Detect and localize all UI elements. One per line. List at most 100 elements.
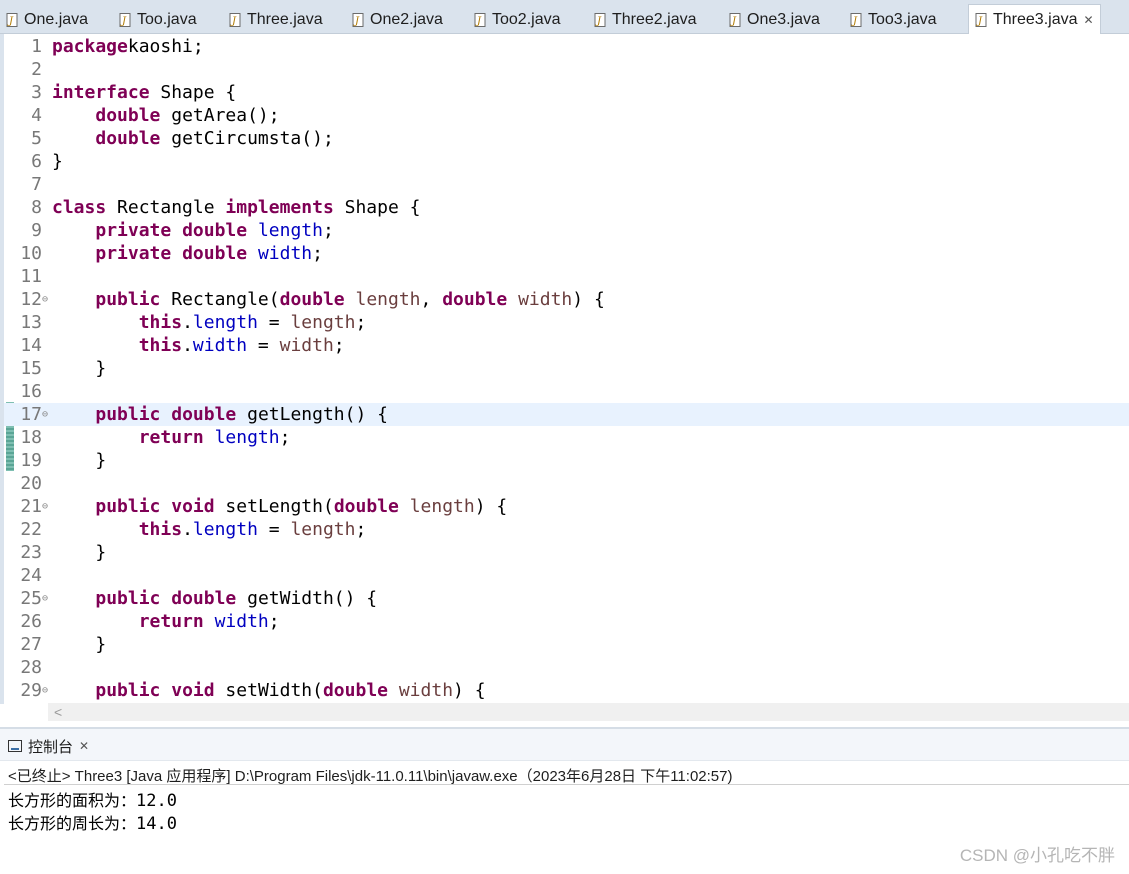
code-line[interactable]: 17 ⊖ public double getLength() { [4, 403, 1129, 426]
code-line[interactable]: 25 ⊖ public double getWidth() { [4, 587, 1129, 610]
tab-console[interactable]: 控制台 ✕ [8, 735, 89, 757]
line-number: 12 [20, 289, 42, 310]
console-icon [8, 740, 22, 752]
code-line[interactable]: 28 [4, 656, 1129, 679]
code-line[interactable]: 19 } [4, 449, 1129, 472]
line-number: 23 [20, 542, 42, 563]
code-text: packagekaoshi; [52, 36, 204, 57]
close-icon[interactable]: ✕ [1084, 13, 1094, 27]
svg-text:J: J [595, 16, 602, 27]
scroll-left-icon[interactable]: < [54, 703, 62, 721]
tab-label: Too3.java [868, 10, 937, 28]
code-text: double getCircumsta(); [95, 128, 334, 149]
code-line[interactable]: 9 private double length; [4, 219, 1129, 242]
java-file-icon: J [474, 12, 486, 27]
code-line[interactable]: 18 return length; [4, 426, 1129, 449]
svg-text:J: J [851, 16, 858, 27]
line-number: 5 [31, 128, 42, 149]
line-number: 28 [20, 657, 42, 678]
code-text: interface Shape { [52, 82, 237, 103]
code-editor[interactable]: 1 packagekaoshi; 2 3 interface Shape {4 doub… [0, 34, 1129, 704]
code-line[interactable]: 1 packagekaoshi; [4, 35, 1129, 58]
code-line[interactable]: 8 class Rectangle implements Shape { [4, 196, 1129, 219]
svg-text:J: J [230, 16, 237, 27]
close-icon[interactable]: ✕ [79, 739, 89, 753]
code-line[interactable]: 24 [4, 564, 1129, 587]
tab-too3-java[interactable]: J Too3.java [850, 5, 937, 34]
code-line[interactable]: 3 interface Shape { [4, 81, 1129, 104]
tab-too2-java[interactable]: J Too2.java [474, 5, 561, 34]
line-number: 9 [31, 220, 42, 241]
line-number: 29 [20, 680, 42, 701]
code-line[interactable]: 13 this.length = length; [4, 311, 1129, 334]
code-line[interactable]: 6} [4, 150, 1129, 173]
code-line[interactable]: 10 private double width; [4, 242, 1129, 265]
fold-toggle-icon[interactable]: ⊖ [42, 403, 48, 426]
tab-label: Three2.java [612, 10, 697, 28]
divider [4, 784, 1129, 785]
code-line[interactable]: 20 [4, 472, 1129, 495]
output-value: 12.0 [136, 791, 177, 811]
code-text: public Rectangle(double length, double w… [95, 289, 605, 310]
code-text: double getArea(); [95, 105, 280, 126]
code-text: class Rectangle implements Shape { [52, 197, 421, 218]
horizontal-scrollbar[interactable]: < [48, 703, 1129, 721]
line-number: 20 [20, 473, 42, 494]
code-line[interactable]: 29 ⊖ public void setWidth(double width) { [4, 679, 1129, 702]
line-number: 2 [31, 59, 42, 80]
code-line[interactable]: 27 } [4, 633, 1129, 656]
code-line[interactable]: 2 [4, 58, 1129, 81]
code-line[interactable]: 16 [4, 380, 1129, 403]
code-line[interactable]: 21 ⊖ public void setLength(double length)… [4, 495, 1129, 518]
fold-toggle-icon[interactable]: ⊖ [42, 679, 48, 702]
code-line[interactable]: 23 } [4, 541, 1129, 564]
fold-toggle-icon[interactable]: ⊖ [42, 288, 48, 311]
line-number: 6 [31, 151, 42, 172]
console-status-text: <已终止> Three3 [Java 应用程序] D:\Program File… [8, 768, 733, 785]
output-label: 长方形的面积为： [8, 793, 137, 810]
code-line[interactable]: 4 double getArea(); [4, 104, 1129, 127]
line-number: 17 [20, 404, 42, 425]
code-line[interactable]: 5 double getCircumsta(); [4, 127, 1129, 150]
line-number: 18 [20, 427, 42, 448]
tab-label: Too.java [137, 10, 197, 28]
tab-one-java[interactable]: J One.java [6, 5, 88, 34]
tab-one3-java[interactable]: J One3.java [729, 5, 820, 34]
code-line[interactable]: 26 return width; [4, 610, 1129, 633]
code-line[interactable]: 7 [4, 173, 1129, 196]
line-number: 22 [20, 519, 42, 540]
svg-text:J: J [353, 16, 360, 27]
line-number: 26 [20, 611, 42, 632]
code-line[interactable]: 22 this.length = length; [4, 518, 1129, 541]
line-number: 25 [20, 588, 42, 609]
line-number: 4 [31, 105, 42, 126]
tab-three-java[interactable]: J Three.java [229, 5, 323, 34]
tab-label: Three.java [247, 10, 323, 28]
java-file-icon: J [6, 12, 18, 27]
tab-one2-java[interactable]: J One2.java [352, 5, 443, 34]
console-tab-bar: 控制台 ✕ [0, 729, 1129, 761]
code-line[interactable]: 12 ⊖ public Rectangle(double length, doub… [4, 288, 1129, 311]
code-line[interactable]: 11 [4, 265, 1129, 288]
code-text: } [52, 358, 107, 379]
svg-text:J: J [475, 16, 482, 27]
output-value: 14.0 [136, 814, 177, 834]
java-file-icon: J [850, 12, 862, 27]
tab-three3-java[interactable]: J Three3.java ✕ [968, 4, 1101, 35]
tab-three2-java[interactable]: J Three2.java [594, 5, 697, 34]
tab-label: One2.java [370, 10, 443, 28]
code-text: return length; [138, 427, 291, 448]
fold-toggle-icon[interactable]: ⊖ [42, 587, 48, 610]
code-text: public void setLength(double length) { [95, 496, 508, 517]
line-number: 14 [20, 335, 42, 356]
tab-too-java[interactable]: J Too.java [119, 5, 197, 34]
java-file-icon: J [119, 12, 131, 27]
code-line[interactable]: 14 this.width = width; [4, 334, 1129, 357]
fold-toggle-icon[interactable]: ⊖ [42, 495, 48, 518]
tab-label: One.java [24, 10, 89, 28]
line-number: 19 [20, 450, 42, 471]
code-text: this.length = length; [138, 519, 367, 540]
console-output-line: 长方形的周长为：14.0 [8, 810, 177, 834]
code-text: } [52, 542, 107, 563]
code-line[interactable]: 15 } [4, 357, 1129, 380]
